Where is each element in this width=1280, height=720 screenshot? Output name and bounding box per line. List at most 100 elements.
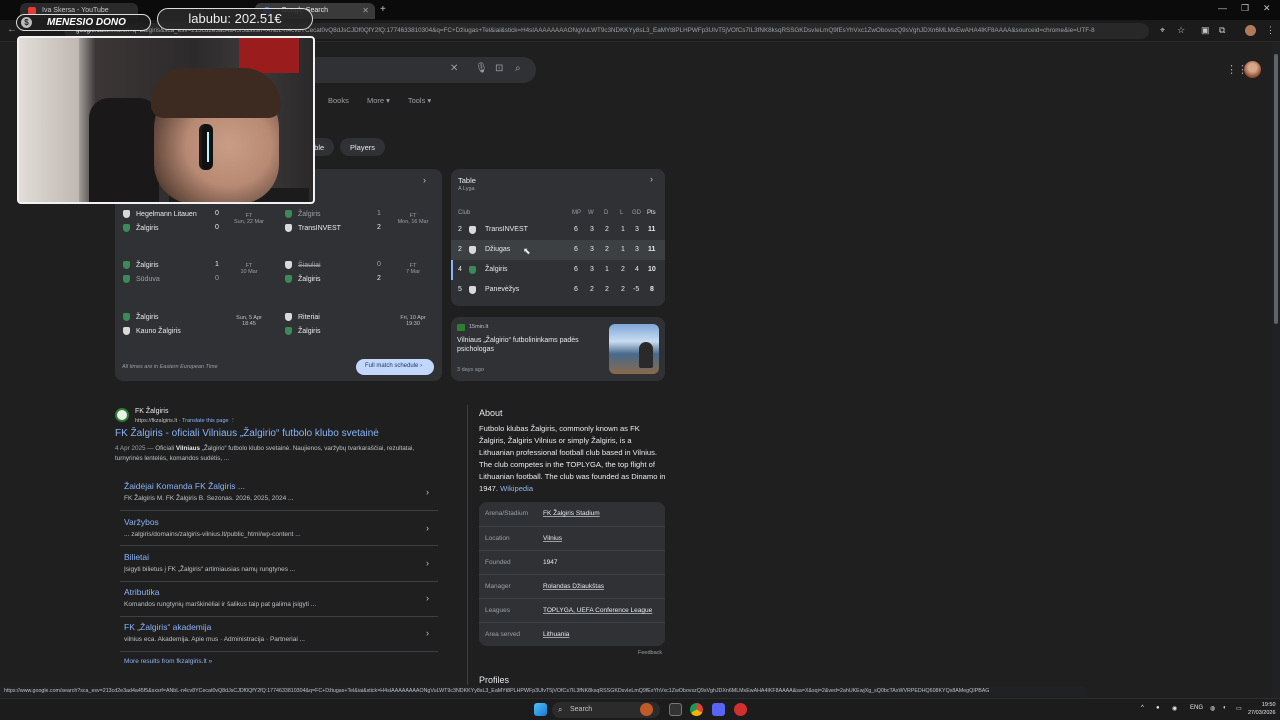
windows-start-icon[interactable] [534, 703, 547, 716]
club-crest-icon [469, 246, 476, 254]
close-tab-icon[interactable]: ✕ [362, 6, 369, 15]
more-options-icon[interactable]: ⋮ [230, 418, 236, 424]
sitelink-desc: vilnius eca. Akademija. Apie mus · Admin… [124, 636, 305, 643]
sitelink-title[interactable]: Žaidėjai Komanda FK Žalgiris ... [124, 481, 245, 491]
voice-search-icon[interactable]: 🎙 [475, 63, 488, 74]
news-card[interactable]: 15min.lt Vilniaus „Žalgirio“ futbolinink… [451, 317, 665, 381]
tab-books[interactable]: Books [328, 96, 349, 105]
fact-row[interactable]: Location Vilnius [479, 526, 665, 550]
fact-row[interactable]: Area served Lithuania [479, 622, 665, 646]
result-title-link[interactable]: FK Žalgiris - oficiali Vilniaus „Žalgiri… [115, 428, 379, 439]
full-schedule-button[interactable]: Full match schedule › [356, 359, 434, 375]
tray-chevron-icon[interactable]: ^ [1141, 705, 1144, 711]
score: 0 [215, 224, 219, 231]
scrollbar-thumb[interactable] [1274, 54, 1278, 324]
table-row-hovered[interactable]: 2 Džiugas 6 3 2 1 3 11 ⬉ [451, 240, 665, 260]
match-away[interactable]: Žalgiris [285, 327, 321, 335]
chevron-right-icon[interactable]: › [650, 174, 653, 184]
google-search-box[interactable]: ✕ 🎙 ⊡ ⌕ [290, 57, 536, 83]
match-status: FT 7 Mar [405, 263, 421, 275]
battery-icon[interactable]: ▭ [1236, 705, 1242, 712]
sitelink[interactable]: Bilietai Įsigyti bilietus į FK „Žalgiris“… [124, 552, 429, 573]
search-icon[interactable]: ⌕ [515, 63, 521, 74]
match-home[interactable]: Šiauliai 0 [285, 261, 385, 269]
sitelink-desc: Įsigyti bilietus į FK „Žalgiris“ artimia… [124, 566, 296, 573]
chrome-icon[interactable] [690, 703, 703, 716]
chevron-right-icon: › [426, 558, 429, 568]
match-home[interactable]: Riteriai [285, 313, 320, 321]
profile-avatar[interactable] [1245, 25, 1256, 36]
table-title: Table [458, 176, 476, 185]
match-home[interactable]: Hegelmann Litauen 0 [123, 210, 223, 218]
chevron-right-icon[interactable]: › [423, 175, 426, 185]
sitelink[interactable]: FK „Žalgiris“ akademija vilnius eca. Akad… [124, 622, 429, 643]
taskview-icon[interactable] [669, 703, 682, 716]
chip-players[interactable]: Players [340, 138, 386, 156]
chevron-right-icon: › [426, 628, 429, 638]
fact-row[interactable]: Leagues TOPLYGA, UEFA Conference League [479, 598, 665, 622]
maximize-button[interactable]: ❐ [1241, 3, 1249, 14]
match-home[interactable]: Žalgiris 1 [285, 210, 385, 218]
discord-icon[interactable] [712, 703, 725, 716]
network-icon[interactable]: ◍ [1210, 705, 1215, 712]
match-away[interactable]: Žalgiris 2 [285, 275, 385, 283]
widget-icon[interactable] [640, 703, 653, 716]
table-row-selected[interactable]: 4 Žalgiris 6 3 1 2 4 10 [451, 260, 665, 280]
bookmark-star-icon[interactable]: ☆ [1177, 25, 1185, 36]
feedback-link[interactable]: Feedback [638, 650, 662, 656]
match-away[interactable]: Sūduva 0 [123, 275, 223, 283]
account-avatar[interactable] [1244, 61, 1261, 78]
match-home[interactable]: Žalgiris [123, 313, 159, 321]
person-figure [639, 342, 653, 368]
sitelink-desc: Komandos rungtynių marškinėliai ir šalik… [124, 601, 317, 608]
tray-app-icon[interactable]: ◉ [1172, 705, 1177, 712]
col-d: D [604, 210, 609, 216]
tray-app-icon[interactable]: ● [1156, 705, 1160, 711]
back-arrow-icon[interactable]: ← [7, 24, 17, 35]
search-icon: ⌕ [558, 705, 563, 714]
volume-icon[interactable]: ◐ [1223, 705, 1227, 711]
club-crest-icon [469, 286, 476, 294]
match-away[interactable]: TransINVEST 2 [285, 224, 385, 232]
minimize-button[interactable]: — [1218, 3, 1227, 13]
news-headline[interactable]: Vilniaus „Žalgirio“ futbolininkams padės… [457, 336, 597, 354]
match-away[interactable]: Kauno Žalgiris [123, 327, 181, 335]
sitelink[interactable]: Žaidėjai Komanda FK Žalgiris ... FK Žalgi… [124, 481, 429, 502]
menu-dots-icon[interactable]: ⋮ [1266, 25, 1275, 36]
sitelink-title[interactable]: Atributika [124, 587, 159, 597]
table-row[interactable]: 2 TransINVEST 6 3 2 1 3 11 [451, 220, 665, 240]
more-results-link[interactable]: More results from fkzalgiris.lt » [124, 658, 212, 665]
clock[interactable]: 19:50 27/03/2026 [1248, 701, 1276, 717]
extensions-icon[interactable]: ⧉ [1219, 25, 1225, 36]
fact-row[interactable]: Manager Rolandas Džiaukštas [479, 574, 665, 598]
translate-link[interactable]: Translate this page [182, 418, 229, 424]
new-tab-button[interactable]: + [380, 4, 386, 15]
sidebar-icon[interactable]: ▣ [1201, 25, 1210, 36]
sitelink[interactable]: Atributika Komandos rungtynių marškinėlia… [124, 587, 429, 608]
table-row[interactable]: 5 Panevėžys 6 2 2 2 -5 8 [451, 280, 665, 300]
page-scrollbar[interactable] [1272, 42, 1280, 698]
wikipedia-link[interactable]: Wikipedia [500, 484, 533, 493]
news-thumbnail[interactable] [609, 324, 659, 374]
sitelink-title[interactable]: Bilietai [124, 552, 149, 562]
team-name: Žalgiris [136, 224, 159, 232]
clear-search-icon[interactable]: ✕ [450, 63, 458, 74]
tab-tools[interactable]: Tools ▾ [408, 96, 431, 105]
language-indicator[interactable]: ENG [1190, 705, 1203, 711]
close-window-button[interactable]: ✕ [1263, 3, 1271, 14]
sitelink-title[interactable]: FK „Žalgiris“ akademija [124, 622, 211, 632]
match-away[interactable]: Žalgiris 0 [123, 224, 223, 232]
club-crest-icon [469, 226, 476, 234]
tab-more[interactable]: More ▾ [367, 96, 390, 105]
match-home[interactable]: Žalgiris 1 [123, 261, 223, 269]
location-icon[interactable]: ⌖ [1160, 25, 1165, 36]
news-source-icon [457, 324, 465, 331]
site-name: FK Žalgiris [135, 408, 169, 415]
lens-search-icon[interactable]: ⊡ [495, 63, 503, 74]
col-gd: GD [632, 210, 641, 216]
fact-row[interactable]: Arena/Stadium FK Žalgiris Stadium [479, 502, 665, 526]
sitelink-title[interactable]: Varžybos [124, 517, 159, 527]
sitelink[interactable]: Varžybos ... zalgiris/domains/zalgiris-vi… [124, 517, 429, 538]
recording-app-icon[interactable] [734, 703, 747, 716]
team-name: Žalgiris [298, 210, 321, 218]
